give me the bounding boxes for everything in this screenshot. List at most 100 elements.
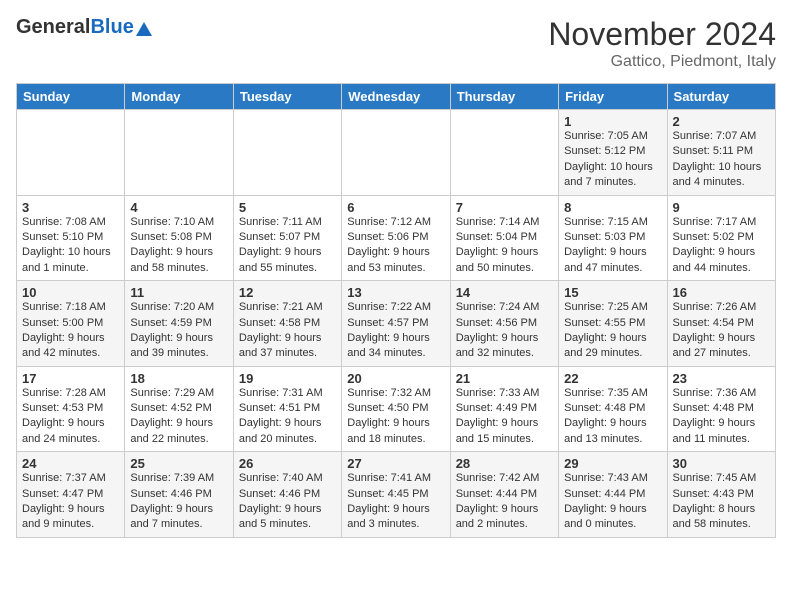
calendar-cell-w2-d3: 5Sunrise: 7:11 AM Sunset: 5:07 PM Daylig… xyxy=(233,195,341,281)
calendar-header-row: Sunday Monday Tuesday Wednesday Thursday… xyxy=(17,84,776,110)
day-number: 16 xyxy=(673,285,770,300)
page-header: GeneralBlue November 2024 Gattico, Piedm… xyxy=(16,16,776,71)
day-info: Sunrise: 7:15 AM Sunset: 5:03 PM Dayligh… xyxy=(564,215,661,277)
day-info: Sunrise: 7:20 AM Sunset: 4:59 PM Dayligh… xyxy=(130,300,227,362)
day-info: Sunrise: 7:12 AM Sunset: 5:06 PM Dayligh… xyxy=(347,215,444,277)
calendar-cell-w4-d7: 23Sunrise: 7:36 AM Sunset: 4:48 PM Dayli… xyxy=(667,366,775,452)
day-number: 22 xyxy=(564,371,661,386)
day-number: 30 xyxy=(673,456,770,471)
day-number: 14 xyxy=(456,285,553,300)
day-info: Sunrise: 7:45 AM Sunset: 4:43 PM Dayligh… xyxy=(673,471,770,533)
col-friday: Friday xyxy=(559,84,667,110)
calendar-cell-w4-d6: 22Sunrise: 7:35 AM Sunset: 4:48 PM Dayli… xyxy=(559,366,667,452)
calendar-cell-w2-d2: 4Sunrise: 7:10 AM Sunset: 5:08 PM Daylig… xyxy=(125,195,233,281)
calendar-cell-w1-d3 xyxy=(233,110,341,196)
day-info: Sunrise: 7:29 AM Sunset: 4:52 PM Dayligh… xyxy=(130,386,227,448)
day-number: 2 xyxy=(673,114,770,129)
calendar-cell-w3-d4: 13Sunrise: 7:22 AM Sunset: 4:57 PM Dayli… xyxy=(342,281,450,367)
calendar-cell-w5-d7: 30Sunrise: 7:45 AM Sunset: 4:43 PM Dayli… xyxy=(667,452,775,538)
day-info: Sunrise: 7:36 AM Sunset: 4:48 PM Dayligh… xyxy=(673,386,770,448)
calendar-cell-w2-d4: 6Sunrise: 7:12 AM Sunset: 5:06 PM Daylig… xyxy=(342,195,450,281)
day-number: 4 xyxy=(130,200,227,215)
day-info: Sunrise: 7:39 AM Sunset: 4:46 PM Dayligh… xyxy=(130,471,227,533)
col-wednesday: Wednesday xyxy=(342,84,450,110)
day-number: 26 xyxy=(239,456,336,471)
calendar-table: Sunday Monday Tuesday Wednesday Thursday… xyxy=(16,83,776,538)
day-number: 1 xyxy=(564,114,661,129)
day-info: Sunrise: 7:08 AM Sunset: 5:10 PM Dayligh… xyxy=(22,215,119,277)
day-number: 8 xyxy=(564,200,661,215)
calendar-cell-w1-d7: 2Sunrise: 7:07 AM Sunset: 5:11 PM Daylig… xyxy=(667,110,775,196)
day-info: Sunrise: 7:07 AM Sunset: 5:11 PM Dayligh… xyxy=(673,129,770,191)
day-info: Sunrise: 7:24 AM Sunset: 4:56 PM Dayligh… xyxy=(456,300,553,362)
day-info: Sunrise: 7:40 AM Sunset: 4:46 PM Dayligh… xyxy=(239,471,336,533)
logo-blue-text: Blue xyxy=(90,16,133,39)
col-saturday: Saturday xyxy=(667,84,775,110)
calendar-cell-w4-d3: 19Sunrise: 7:31 AM Sunset: 4:51 PM Dayli… xyxy=(233,366,341,452)
day-number: 29 xyxy=(564,456,661,471)
calendar-cell-w5-d4: 27Sunrise: 7:41 AM Sunset: 4:45 PM Dayli… xyxy=(342,452,450,538)
logo-triangle-icon xyxy=(136,22,152,36)
calendar-week-2: 3Sunrise: 7:08 AM Sunset: 5:10 PM Daylig… xyxy=(17,195,776,281)
day-number: 18 xyxy=(130,371,227,386)
calendar-cell-w4-d4: 20Sunrise: 7:32 AM Sunset: 4:50 PM Dayli… xyxy=(342,366,450,452)
day-number: 15 xyxy=(564,285,661,300)
calendar-week-4: 17Sunrise: 7:28 AM Sunset: 4:53 PM Dayli… xyxy=(17,366,776,452)
day-info: Sunrise: 7:11 AM Sunset: 5:07 PM Dayligh… xyxy=(239,215,336,277)
calendar-cell-w5-d5: 28Sunrise: 7:42 AM Sunset: 4:44 PM Dayli… xyxy=(450,452,558,538)
logo: GeneralBlue xyxy=(16,16,152,39)
calendar-cell-w5-d6: 29Sunrise: 7:43 AM Sunset: 4:44 PM Dayli… xyxy=(559,452,667,538)
col-sunday: Sunday xyxy=(17,84,125,110)
calendar-cell-w1-d4 xyxy=(342,110,450,196)
calendar-cell-w3-d3: 12Sunrise: 7:21 AM Sunset: 4:58 PM Dayli… xyxy=(233,281,341,367)
day-info: Sunrise: 7:05 AM Sunset: 5:12 PM Dayligh… xyxy=(564,129,661,191)
day-number: 6 xyxy=(347,200,444,215)
day-number: 10 xyxy=(22,285,119,300)
calendar-cell-w3-d6: 15Sunrise: 7:25 AM Sunset: 4:55 PM Dayli… xyxy=(559,281,667,367)
day-number: 12 xyxy=(239,285,336,300)
day-info: Sunrise: 7:35 AM Sunset: 4:48 PM Dayligh… xyxy=(564,386,661,448)
day-number: 25 xyxy=(130,456,227,471)
calendar-cell-w4-d5: 21Sunrise: 7:33 AM Sunset: 4:49 PM Dayli… xyxy=(450,366,558,452)
day-number: 5 xyxy=(239,200,336,215)
day-info: Sunrise: 7:43 AM Sunset: 4:44 PM Dayligh… xyxy=(564,471,661,533)
calendar-week-1: 1Sunrise: 7:05 AM Sunset: 5:12 PM Daylig… xyxy=(17,110,776,196)
calendar-cell-w3-d7: 16Sunrise: 7:26 AM Sunset: 4:54 PM Dayli… xyxy=(667,281,775,367)
day-info: Sunrise: 7:25 AM Sunset: 4:55 PM Dayligh… xyxy=(564,300,661,362)
col-tuesday: Tuesday xyxy=(233,84,341,110)
day-info: Sunrise: 7:33 AM Sunset: 4:49 PM Dayligh… xyxy=(456,386,553,448)
day-number: 13 xyxy=(347,285,444,300)
logo-general-text: General xyxy=(16,16,90,39)
day-info: Sunrise: 7:42 AM Sunset: 4:44 PM Dayligh… xyxy=(456,471,553,533)
calendar-cell-w4-d1: 17Sunrise: 7:28 AM Sunset: 4:53 PM Dayli… xyxy=(17,366,125,452)
day-number: 7 xyxy=(456,200,553,215)
day-number: 21 xyxy=(456,371,553,386)
day-number: 28 xyxy=(456,456,553,471)
col-thursday: Thursday xyxy=(450,84,558,110)
day-number: 19 xyxy=(239,371,336,386)
calendar-cell-w4-d2: 18Sunrise: 7:29 AM Sunset: 4:52 PM Dayli… xyxy=(125,366,233,452)
day-number: 20 xyxy=(347,371,444,386)
day-number: 24 xyxy=(22,456,119,471)
day-number: 27 xyxy=(347,456,444,471)
day-info: Sunrise: 7:22 AM Sunset: 4:57 PM Dayligh… xyxy=(347,300,444,362)
calendar-cell-w1-d5 xyxy=(450,110,558,196)
calendar-cell-w5-d1: 24Sunrise: 7:37 AM Sunset: 4:47 PM Dayli… xyxy=(17,452,125,538)
day-info: Sunrise: 7:41 AM Sunset: 4:45 PM Dayligh… xyxy=(347,471,444,533)
calendar-cell-w2-d1: 3Sunrise: 7:08 AM Sunset: 5:10 PM Daylig… xyxy=(17,195,125,281)
calendar-cell-w2-d5: 7Sunrise: 7:14 AM Sunset: 5:04 PM Daylig… xyxy=(450,195,558,281)
day-number: 9 xyxy=(673,200,770,215)
day-info: Sunrise: 7:21 AM Sunset: 4:58 PM Dayligh… xyxy=(239,300,336,362)
day-info: Sunrise: 7:18 AM Sunset: 5:00 PM Dayligh… xyxy=(22,300,119,362)
day-info: Sunrise: 7:14 AM Sunset: 5:04 PM Dayligh… xyxy=(456,215,553,277)
day-info: Sunrise: 7:31 AM Sunset: 4:51 PM Dayligh… xyxy=(239,386,336,448)
day-number: 23 xyxy=(673,371,770,386)
day-number: 11 xyxy=(130,285,227,300)
day-info: Sunrise: 7:17 AM Sunset: 5:02 PM Dayligh… xyxy=(673,215,770,277)
calendar-cell-w5-d2: 25Sunrise: 7:39 AM Sunset: 4:46 PM Dayli… xyxy=(125,452,233,538)
day-info: Sunrise: 7:28 AM Sunset: 4:53 PM Dayligh… xyxy=(22,386,119,448)
day-info: Sunrise: 7:32 AM Sunset: 4:50 PM Dayligh… xyxy=(347,386,444,448)
day-info: Sunrise: 7:37 AM Sunset: 4:47 PM Dayligh… xyxy=(22,471,119,533)
title-block: November 2024 Gattico, Piedmont, Italy xyxy=(548,16,776,71)
calendar-body: 1Sunrise: 7:05 AM Sunset: 5:12 PM Daylig… xyxy=(17,110,776,538)
